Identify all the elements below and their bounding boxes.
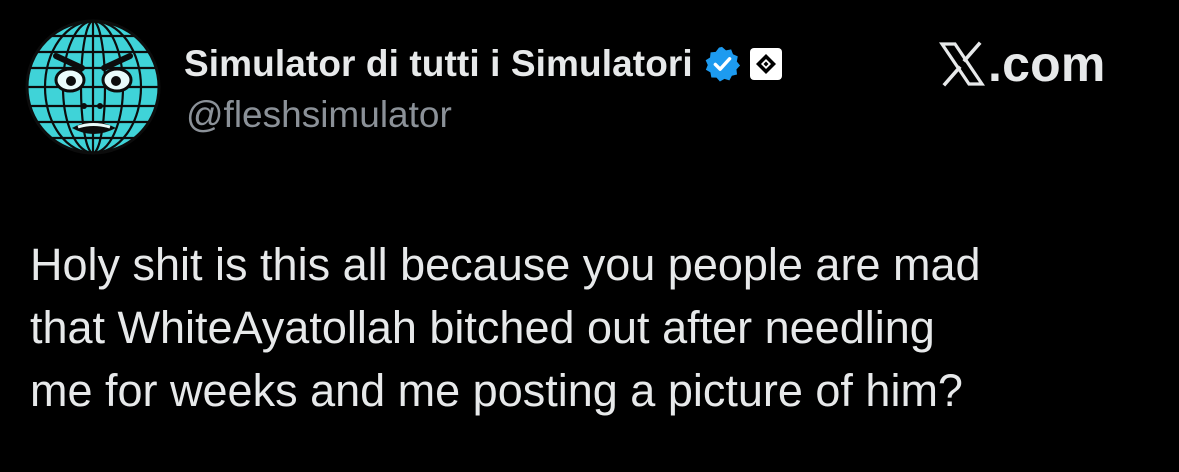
author-handle[interactable]: @fleshsimulator xyxy=(186,94,452,136)
affiliate-badge-icon[interactable] xyxy=(749,47,783,81)
author-display-name[interactable]: Simulator di tutti i Simulatori xyxy=(184,43,693,85)
brand-watermark: .com xyxy=(938,34,1106,94)
avatar[interactable] xyxy=(22,16,164,158)
tweet-text: Holy shit is this all because you people… xyxy=(30,233,1150,422)
author-name-row: Simulator di tutti i Simulatori xyxy=(184,38,783,90)
wireframe-globe-face-avatar xyxy=(25,19,161,155)
verified-badge-icon[interactable] xyxy=(703,45,741,83)
tweet-line: me for weeks and me posting a picture of… xyxy=(30,365,963,416)
x-logo-icon xyxy=(938,41,986,87)
tweet-line: Holy shit is this all because you people… xyxy=(30,239,981,290)
brand-domain-text: .com xyxy=(988,36,1106,92)
tweet-line: that WhiteAyatollah bitched out after ne… xyxy=(30,302,935,353)
